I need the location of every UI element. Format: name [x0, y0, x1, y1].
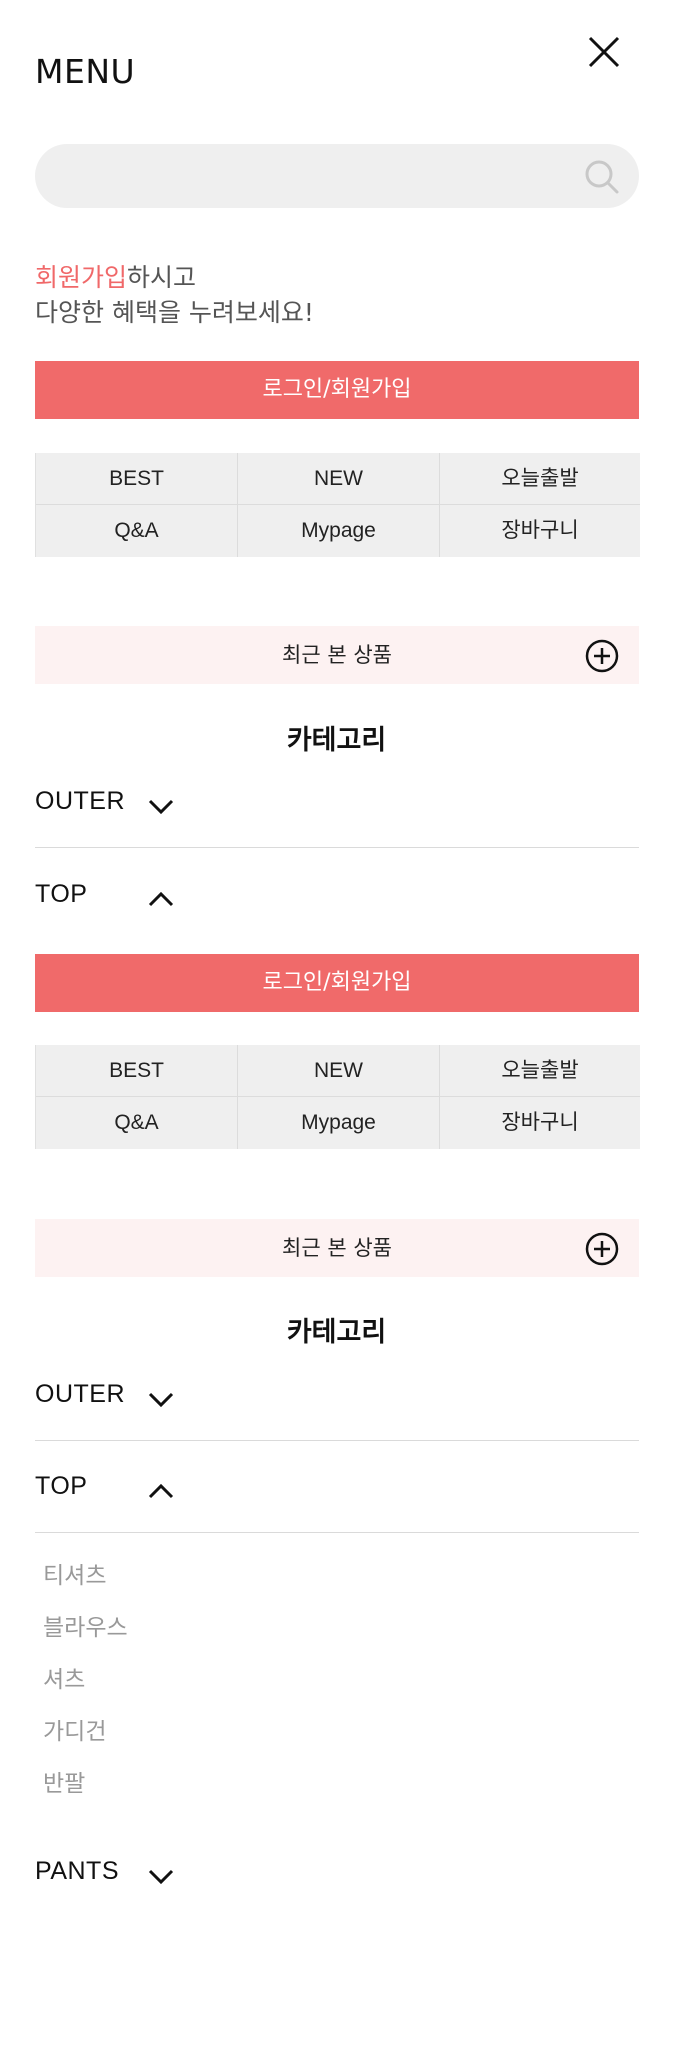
quick-link-cart[interactable]: 장바구니 — [440, 505, 640, 557]
category-outer[interactable]: OUTER — [35, 787, 639, 847]
search-bar — [35, 144, 639, 208]
chevron-down-icon[interactable] — [147, 1390, 175, 1408]
subcategory-item[interactable]: 가디건 — [43, 1706, 128, 1758]
subcategory-item[interactable]: 반팔 — [43, 1758, 128, 1810]
close-icon — [588, 36, 620, 68]
menu-drawer: MENU 회원가입하시고 다양한 혜택을 누려보세요! 로그인/회원가입 BES… — [0, 0, 673, 2048]
search-icon[interactable] — [583, 158, 621, 196]
menu-title: MENU — [35, 52, 136, 91]
recent-products-label: 최근 본 상품 — [282, 1236, 392, 1260]
quick-links-grid: BEST NEW 오늘출발 Q&A Mypage 장바구니 — [35, 1045, 640, 1149]
quick-link-today-ship[interactable]: 오늘출발 — [440, 1045, 640, 1097]
quick-links-grid: BEST NEW 오늘출발 Q&A Mypage 장바구니 — [35, 453, 640, 557]
close-button[interactable] — [582, 30, 626, 74]
quick-link-best[interactable]: BEST — [36, 1045, 238, 1097]
chevron-up-icon[interactable] — [147, 1482, 175, 1500]
category-outer-label: OUTER — [35, 787, 125, 815]
quick-link-best[interactable]: BEST — [36, 453, 238, 505]
category-pants-label: PANTS — [35, 1857, 119, 1885]
quick-link-mypage[interactable]: Mypage — [238, 505, 440, 557]
quick-link-new[interactable]: NEW — [238, 1045, 440, 1097]
category-top[interactable]: TOP — [35, 880, 639, 940]
plus-circle-icon[interactable] — [585, 639, 619, 673]
search-input[interactable] — [59, 144, 579, 208]
login-signup-button[interactable]: 로그인/회원가입 — [35, 361, 639, 419]
chevron-down-icon[interactable] — [147, 797, 175, 815]
quick-link-cart[interactable]: 장바구니 — [440, 1097, 640, 1149]
subcategory-item[interactable]: 블라우스 — [43, 1602, 128, 1654]
divider — [35, 1440, 639, 1441]
chevron-down-icon[interactable] — [147, 1867, 175, 1885]
quick-link-new[interactable]: NEW — [238, 453, 440, 505]
recent-products-label: 최근 본 상품 — [282, 643, 392, 667]
subcategory-item[interactable]: 셔츠 — [43, 1654, 128, 1706]
signup-promo: 회원가입하시고 다양한 혜택을 누려보세요! — [35, 260, 314, 330]
category-top-label: TOP — [35, 1472, 88, 1500]
recent-products[interactable]: 최근 본 상품 — [35, 1219, 639, 1277]
signup-link[interactable]: 회원가입 — [35, 263, 127, 292]
category-outer[interactable]: OUTER — [35, 1380, 639, 1440]
divider — [35, 847, 639, 848]
divider — [35, 1532, 639, 1533]
quick-link-today-ship[interactable]: 오늘출발 — [440, 453, 640, 505]
category-top[interactable]: TOP — [35, 1472, 639, 1532]
quick-link-qna[interactable]: Q&A — [36, 1097, 238, 1149]
category-outer-label: OUTER — [35, 1380, 125, 1408]
quick-link-qna[interactable]: Q&A — [36, 505, 238, 557]
category-pants[interactable]: PANTS — [35, 1857, 639, 1889]
promo-text-line2: 다양한 혜택을 누려보세요! — [35, 298, 314, 327]
quick-link-mypage[interactable]: Mypage — [238, 1097, 440, 1149]
login-signup-button[interactable]: 로그인/회원가입 — [35, 954, 639, 1012]
recent-products[interactable]: 최근 본 상품 — [35, 626, 639, 684]
top-subcategory-list: 티셔츠 블라우스 셔츠 가디건 반팔 — [43, 1550, 128, 1810]
subcategory-item[interactable]: 티셔츠 — [43, 1550, 128, 1602]
category-title: 카테고리 — [286, 725, 387, 756]
chevron-up-icon[interactable] — [147, 890, 175, 908]
category-title: 카테고리 — [286, 1317, 387, 1348]
promo-text: 하시고 — [127, 263, 197, 292]
plus-circle-icon[interactable] — [585, 1232, 619, 1266]
category-top-label: TOP — [35, 880, 88, 908]
